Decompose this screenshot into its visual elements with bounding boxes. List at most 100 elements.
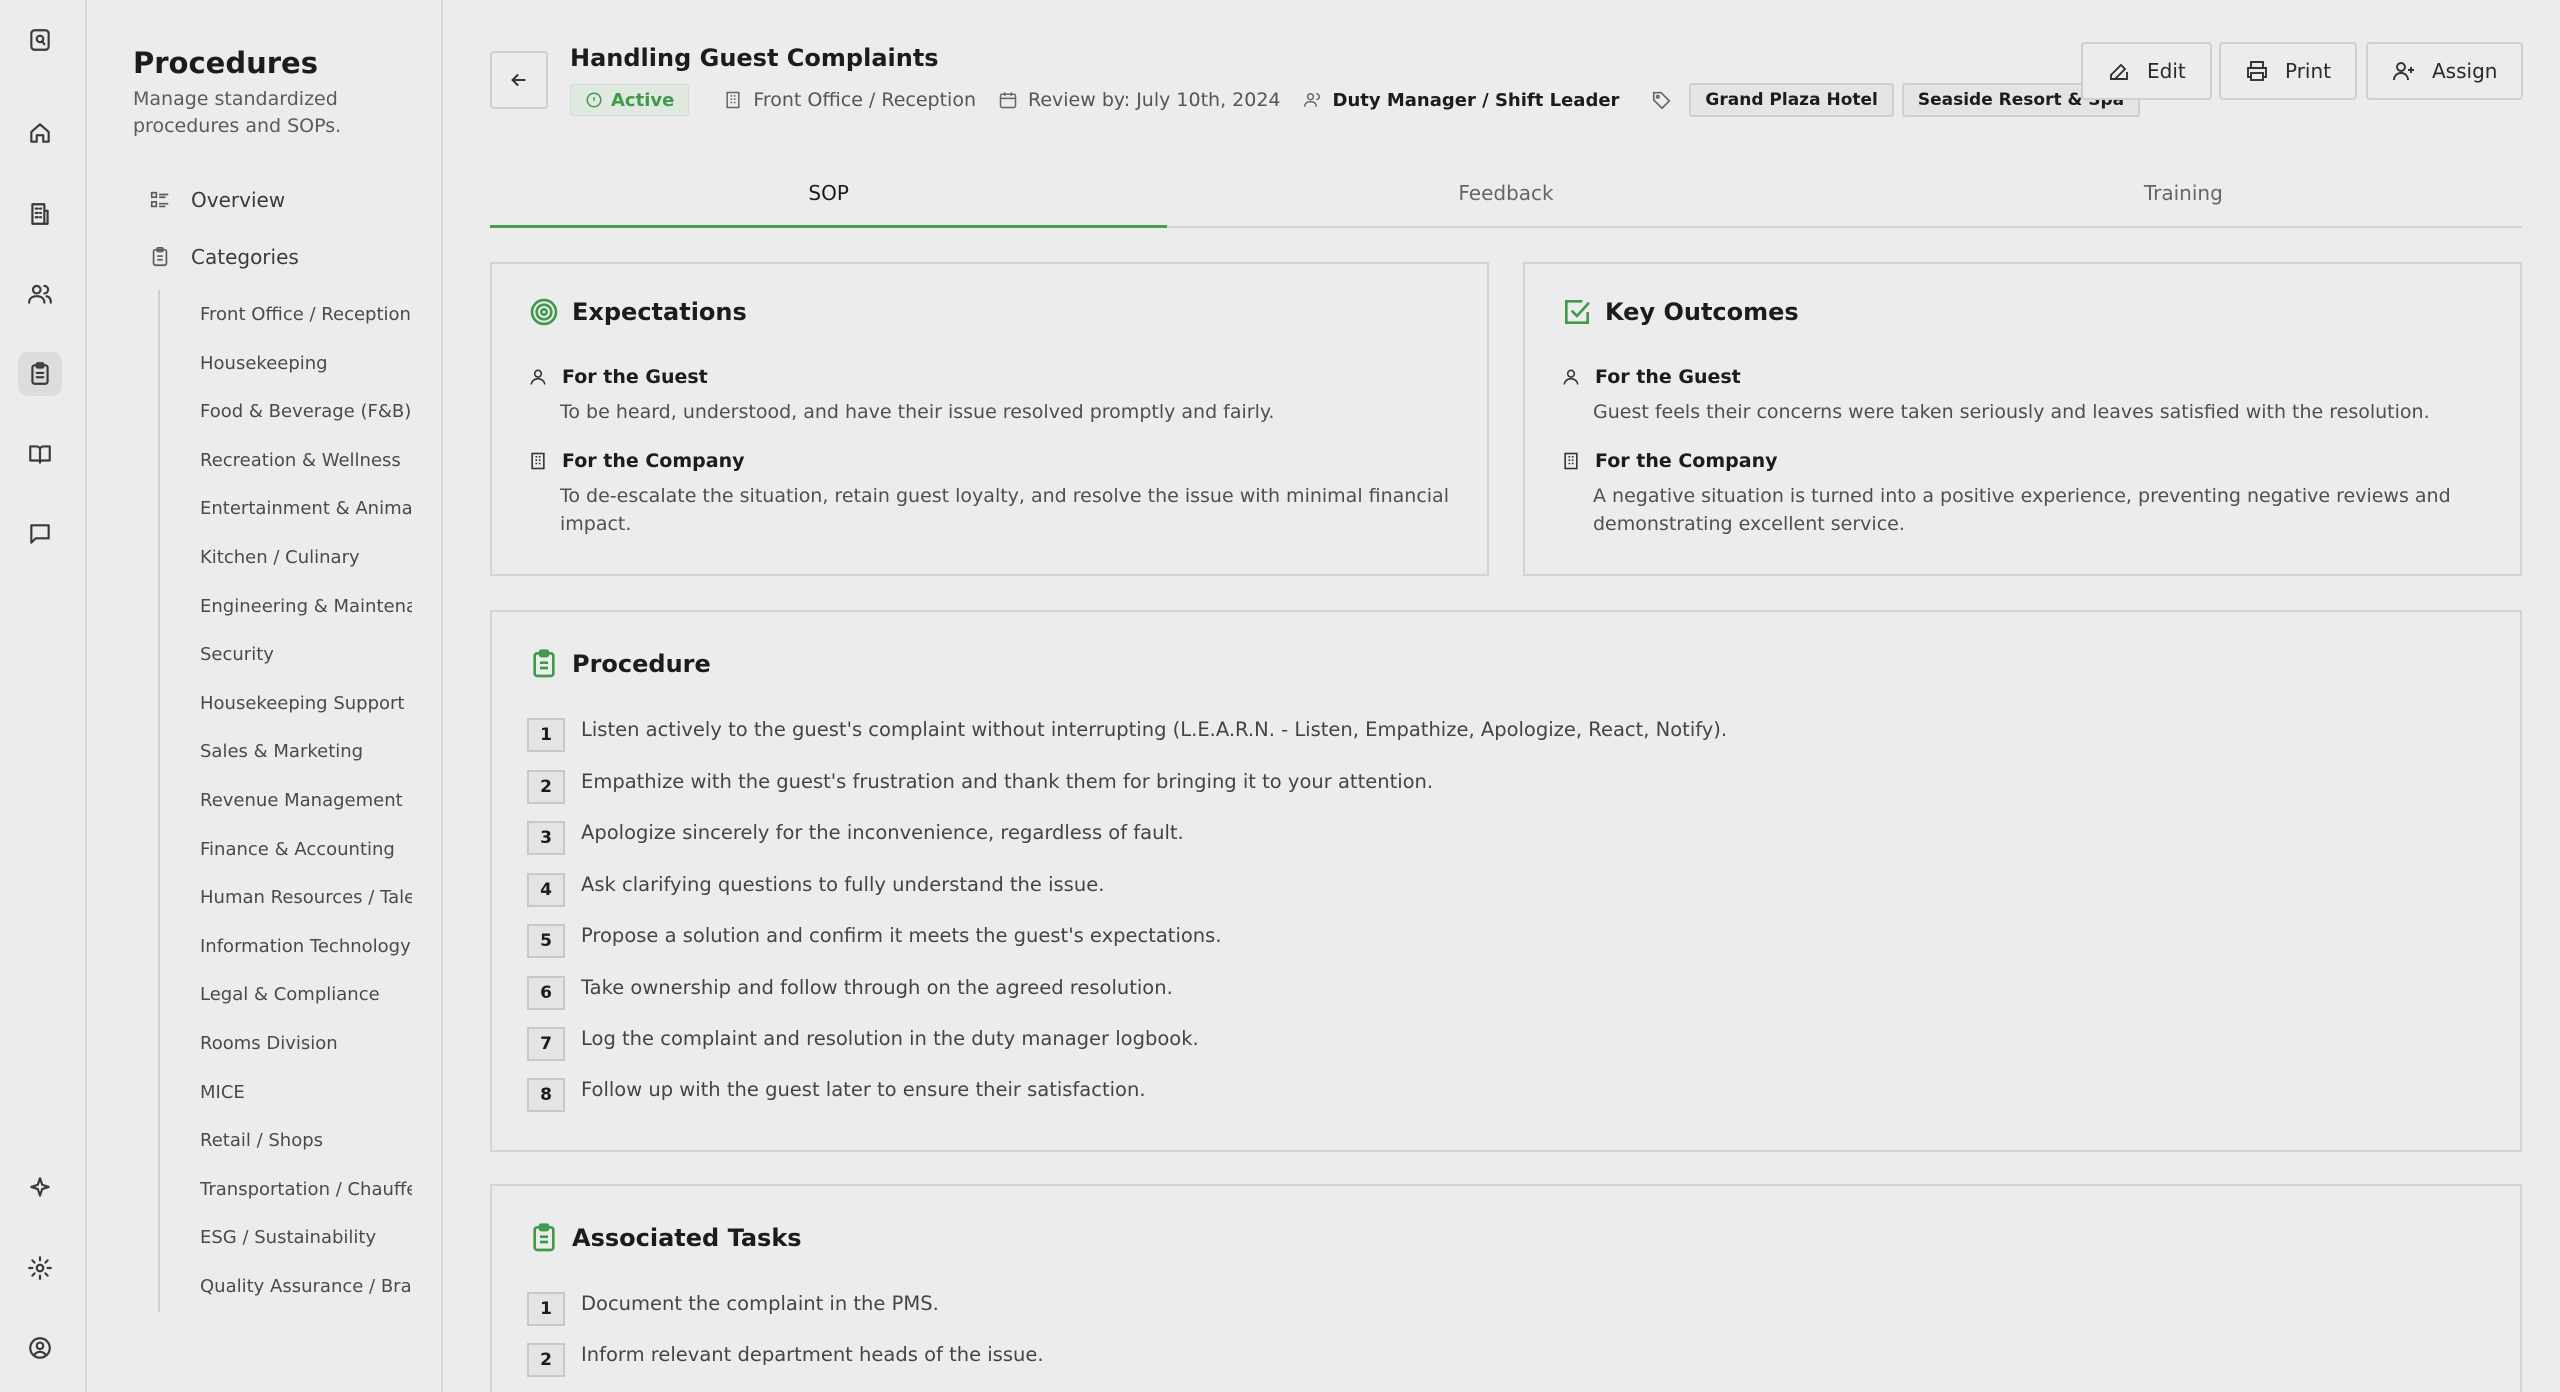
tab-feedback[interactable]: Feedback <box>1167 172 1844 226</box>
step-text: Inform relevant department heads of the … <box>581 1343 1044 1366</box>
building-icon <box>726 91 740 109</box>
status-badge: Active <box>570 84 690 116</box>
step-text: Follow up with the guest later to ensure… <box>581 1078 1146 1101</box>
review-date: Review by: July 10th, 2024 <box>1028 89 1281 111</box>
procedure-step: 2 Empathize with the guest's frustration … <box>527 768 1433 804</box>
expect-company-label: For the Company <box>562 450 745 472</box>
outcome-company-text: A negative situation is turned into a po… <box>1593 485 2451 535</box>
category-item[interactable]: MICE <box>200 1073 412 1122</box>
printer-icon <box>2247 61 2267 81</box>
tab-sop[interactable]: SOP <box>490 172 1168 228</box>
home-icon[interactable] <box>18 111 62 155</box>
procedure-step: 1 Listen actively to the guest's complain… <box>527 716 1727 752</box>
edit-button[interactable]: Edit <box>2081 42 2212 100</box>
outcomes-title: Key Outcomes <box>1605 298 1799 326</box>
expectations-card: Expectations For the Guest To be heard, … <box>490 262 1489 576</box>
category-item[interactable]: Rooms Division <box>200 1024 412 1073</box>
category-item[interactable]: Recreation & Wellness <box>200 441 412 490</box>
step-text: Empathize with the guest's frustration a… <box>581 770 1434 793</box>
target-icon <box>530 298 558 326</box>
step-number: 3 <box>527 821 565 855</box>
edit-label: Edit <box>2147 59 2186 83</box>
arrow-left-icon <box>511 73 526 87</box>
procedures-sidebar: Procedures Manage standardized procedure… <box>87 0 443 1392</box>
step-text: Document the complaint in the PMS. <box>581 1292 939 1315</box>
review-meta: Review by: July 10th, 2024 <box>998 89 1281 111</box>
procedure-step: 7 Log the complaint and resolution in the… <box>527 1025 1199 1061</box>
tab-training[interactable]: Training <box>1845 172 2522 226</box>
nav-categories[interactable]: Categories <box>149 245 299 269</box>
category-item[interactable]: Entertainment & Animation <box>200 489 412 538</box>
category-item[interactable]: Revenue Management <box>200 781 412 830</box>
main-content: Handling Guest Complaints Active Front O… <box>445 0 2560 1392</box>
category-item[interactable]: ESG / Sustainability <box>200 1218 412 1267</box>
category-list: Front Office / Reception Housekeeping Fo… <box>200 295 412 1315</box>
step-text: Take ownership and follow through on the… <box>581 976 1173 999</box>
info-icon <box>586 92 602 108</box>
expect-guest-text: To be heard, understood, and have their … <box>560 401 1275 423</box>
book-icon[interactable] <box>18 432 62 476</box>
department-label: Front Office / Reception <box>753 89 976 111</box>
users-icon[interactable] <box>18 272 62 316</box>
nav-overview-label: Overview <box>191 188 286 212</box>
edit-icon <box>2110 63 2128 80</box>
clipboard-list-icon <box>533 1223 555 1252</box>
step-text: Log the complaint and resolution in the … <box>581 1027 1199 1050</box>
category-item[interactable]: Engineering & Maintenance <box>200 587 412 636</box>
building-icon <box>1564 452 1578 470</box>
users-icon <box>1303 93 1320 107</box>
clipboard-list-icon <box>533 649 555 678</box>
step-text: Apologize sincerely for the inconvenienc… <box>581 821 1184 844</box>
outcome-company-label: For the Company <box>1595 450 1778 472</box>
procedure-card: Procedure 1 Listen actively to the guest'… <box>490 610 2522 1152</box>
outcome-company-heading: For the Company <box>1561 450 1778 472</box>
category-item[interactable]: Housekeeping <box>200 344 412 393</box>
procedure-step: 4 Ask clarifying questions to fully under… <box>527 871 1104 907</box>
icon-rail <box>0 0 87 1392</box>
meta-row: Active Front Office / Reception Review b… <box>570 83 2141 117</box>
step-number: 1 <box>527 1292 565 1326</box>
key-outcomes-card: Key Outcomes For the Guest Guest feels t… <box>1523 262 2522 576</box>
calendar-icon <box>999 92 1017 109</box>
settings-icon[interactable] <box>18 1246 62 1290</box>
clipboard-icon[interactable] <box>18 352 62 396</box>
category-item[interactable]: Food & Beverage (F&B) <box>200 392 412 441</box>
status-label: Active <box>611 89 675 111</box>
role-meta: Duty Manager / Shift Leader <box>1303 89 1620 111</box>
category-item[interactable]: Retail / Shops <box>200 1121 412 1170</box>
procedure-title: Procedure <box>572 650 711 678</box>
building-icon[interactable] <box>18 192 62 236</box>
category-item[interactable]: Sales & Marketing <box>200 732 412 781</box>
back-button[interactable] <box>490 51 548 109</box>
page-title: Handling Guest Complaints <box>570 44 939 72</box>
category-item[interactable]: Security <box>200 635 412 684</box>
category-item[interactable]: Quality Assurance / Brand <box>200 1267 412 1316</box>
nav-overview[interactable]: Overview <box>149 188 285 212</box>
sparkle-icon[interactable] <box>18 1166 62 1210</box>
sidebar-subtitle: Manage standardized procedures and SOPs. <box>133 88 342 137</box>
print-button[interactable]: Print <box>2219 42 2358 100</box>
category-item[interactable]: Housekeeping Support <box>200 684 412 733</box>
account-icon[interactable] <box>18 1326 62 1370</box>
tag-chip: Grand Plaza Hotel <box>1689 83 1894 117</box>
step-text: Ask clarifying questions to fully unders… <box>581 873 1105 896</box>
category-item[interactable]: Information Technology <box>200 927 412 976</box>
step-number: 2 <box>527 1343 565 1377</box>
category-item[interactable]: Legal & Compliance <box>200 975 412 1024</box>
category-item[interactable]: Transportation / Chauffeur <box>200 1170 412 1219</box>
assign-button[interactable]: Assign <box>2366 42 2524 100</box>
step-text: Listen actively to the guest's complaint… <box>581 718 1728 741</box>
list-icon <box>150 191 169 208</box>
procedure-step: 8 Follow up with the guest later to ensur… <box>527 1076 1146 1112</box>
category-item[interactable]: Kitchen / Culinary <box>200 538 412 587</box>
step-number: 7 <box>527 1027 565 1061</box>
category-item[interactable]: Finance & Accounting <box>200 830 412 879</box>
clipboard-icon <box>152 247 168 267</box>
user-icon <box>530 369 546 385</box>
category-item[interactable]: Front Office / Reception <box>200 295 412 344</box>
category-item[interactable]: Human Resources / Talent <box>200 878 412 927</box>
role-label: Duty Manager / Shift Leader <box>1332 89 1620 111</box>
chat-icon[interactable] <box>18 512 62 556</box>
tasks-title: Associated Tasks <box>572 1224 802 1252</box>
logo-icon[interactable] <box>18 18 62 62</box>
